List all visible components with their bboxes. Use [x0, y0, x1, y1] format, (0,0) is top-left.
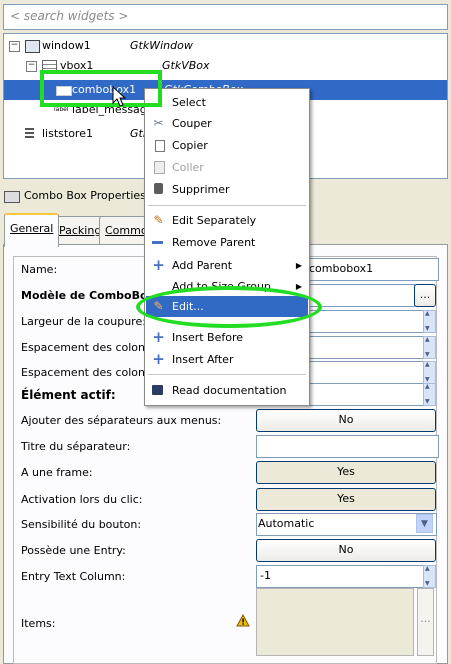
menu-item-insert-after[interactable]: + Insert After [146, 349, 308, 370]
tab-general[interactable]: General [4, 213, 60, 247]
minus-icon [152, 236, 165, 249]
tree-type: GtkVBox [162, 59, 210, 72]
tree-row-window1[interactable]: − window1 GtkWindow [4, 36, 447, 56]
menu-item-cut[interactable]: ✂ Couper [146, 113, 308, 134]
submenu-arrow-icon: ▶ [295, 261, 302, 270]
menu-item-read-documentation[interactable]: Read documentation [146, 380, 308, 401]
liststore-icon [25, 128, 34, 139]
window-icon [25, 40, 40, 53]
trash-icon [152, 183, 165, 196]
collapse-icon[interactable]: − [9, 41, 20, 52]
menu-item-remove-parent[interactable]: Remove Parent [146, 232, 308, 253]
copy-icon [152, 139, 165, 152]
menu-separator [148, 374, 306, 375]
menu-item-select[interactable]: Select [146, 92, 308, 113]
menu-separator [148, 205, 306, 206]
highlight-ellipse [136, 286, 322, 328]
mouse-cursor-icon [112, 86, 127, 107]
tree-label: liststore1 [42, 127, 93, 140]
menu-item-insert-before[interactable]: + Insert Before [146, 327, 308, 348]
tree-type: GtkWindow [130, 39, 193, 52]
menu-item-add-parent[interactable]: + Add Parent ▶ [146, 255, 308, 276]
highlight-box [40, 70, 162, 107]
plus-icon: + [152, 256, 165, 274]
book-icon [152, 384, 165, 397]
scissors-icon: ✂ [153, 116, 164, 130]
tree-label: window1 [42, 39, 91, 52]
menu-item-copy[interactable]: Copier [146, 135, 308, 156]
menu-item-edit-separately[interactable]: ✎ Edit Separately [146, 210, 308, 231]
paste-icon [152, 161, 165, 174]
menu-item-paste[interactable]: Coller [146, 157, 308, 178]
edit-icon: ✎ [153, 213, 164, 227]
search-input[interactable]: < search widgets > [3, 4, 448, 30]
context-menu: Select ✂ Couper Copier Coller Supprimer ✎… [144, 88, 310, 406]
plus-icon: + [152, 328, 165, 346]
collapse-icon[interactable]: − [26, 61, 37, 72]
menu-item-delete[interactable]: Supprimer [146, 179, 308, 200]
plus-icon: + [152, 350, 165, 368]
combobox-icon [4, 191, 20, 203]
